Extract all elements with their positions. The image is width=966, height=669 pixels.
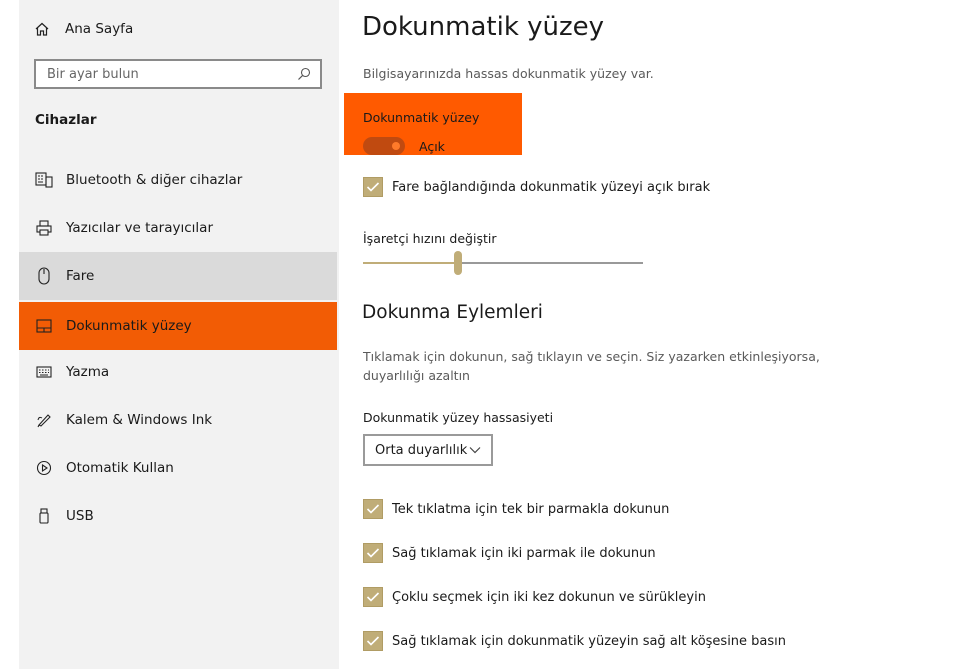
home-link[interactable]: Ana Sayfa bbox=[33, 18, 133, 40]
leave-on-checkbox[interactable] bbox=[363, 177, 383, 197]
taps-description: Tıklamak için dokunun, sağ tıklayın ve s… bbox=[363, 349, 820, 383]
sidebar-item-printers[interactable]: Yazıcılar ve tarayıcılar bbox=[19, 204, 337, 252]
toggle-label: Dokunmatik yüzey bbox=[363, 110, 480, 125]
sidebar-item-label: USB bbox=[66, 508, 94, 524]
tap-option-checkbox[interactable] bbox=[363, 587, 383, 607]
keyboard-icon bbox=[35, 363, 53, 381]
sidebar-item-touchpad[interactable]: Dokunmatik yüzey bbox=[19, 302, 337, 350]
taps-section-title: Dokunma Eylemleri bbox=[362, 302, 543, 323]
checkbox-label: Sağ tıklamak için dokunmatik yüzeyin sağ… bbox=[392, 633, 787, 649]
sidebar-item-typing[interactable]: Yazma bbox=[19, 348, 337, 396]
sensitivity-label: Dokunmatik yüzey hassasiyeti bbox=[363, 410, 554, 425]
checkbox-label: Çoklu seçmek için iki kez dokunun ve sür… bbox=[392, 589, 706, 605]
sidebar-item-label: Otomatik Kullan bbox=[66, 460, 174, 476]
search-box[interactable] bbox=[34, 59, 322, 89]
pen-icon bbox=[35, 411, 53, 429]
slider-fill bbox=[363, 262, 459, 264]
search-input[interactable] bbox=[47, 66, 296, 82]
toggle-state: Açık bbox=[419, 139, 445, 154]
sidebar-item-label: Kalem & Windows Ink bbox=[66, 412, 213, 428]
sidebar-item-label: Fare bbox=[66, 268, 95, 284]
tap-option-checkbox[interactable] bbox=[363, 499, 383, 519]
pointer-speed-label: İşaretçi hızını değiştir bbox=[363, 231, 497, 246]
sidebar: Ana Sayfa Cihazlar Bluetooth & diğer cih… bbox=[19, 0, 339, 669]
home-label: Ana Sayfa bbox=[65, 21, 134, 37]
sidebar-item-label: Yazma bbox=[66, 364, 110, 380]
sidebar-item-label: Bluetooth & diğer cihazlar bbox=[66, 172, 243, 188]
chevron-down-icon bbox=[469, 443, 481, 458]
page-description: Bilgisayarınızda hassas dokunmatik yüzey… bbox=[363, 66, 654, 81]
checkbox-label: Fare bağlandığında dokunmatik yüzeyi açı… bbox=[392, 179, 711, 195]
sidebar-item-pen[interactable]: Kalem & Windows Ink bbox=[19, 396, 337, 444]
sidebar-item-label: Dokunmatik yüzey bbox=[66, 318, 192, 334]
main-content: Dokunmatik yüzey Bilgisayarınızda hassas… bbox=[344, 0, 962, 669]
printer-icon bbox=[35, 219, 53, 237]
touchpad-icon bbox=[35, 317, 53, 335]
tap-option-row[interactable]: Sağ tıklamak için dokunmatik yüzeyin sağ… bbox=[363, 631, 786, 651]
usb-icon bbox=[35, 507, 53, 525]
checkbox-label: Sağ tıklamak için iki parmak ile dokunun bbox=[392, 545, 656, 561]
leave-on-checkbox-row[interactable]: Fare bağlandığında dokunmatik yüzeyi açı… bbox=[363, 177, 710, 197]
tap-option-checkbox[interactable] bbox=[363, 631, 383, 651]
toggle-knob bbox=[392, 142, 400, 150]
search-icon[interactable] bbox=[296, 66, 312, 82]
home-icon bbox=[33, 20, 51, 38]
touchpad-toggle[interactable] bbox=[363, 137, 405, 155]
section-title: Cihazlar bbox=[35, 112, 97, 128]
sidebar-item-autoplay[interactable]: Otomatik Kullan bbox=[19, 444, 337, 492]
tap-option-row[interactable]: Tek tıklatma için tek bir parmakla dokun… bbox=[363, 499, 669, 519]
sensitivity-dropdown[interactable]: Orta duyarlılık bbox=[363, 434, 493, 466]
sidebar-item-bluetooth[interactable]: Bluetooth & diğer cihazlar bbox=[19, 156, 337, 204]
sensitivity-value: Orta duyarlılık bbox=[375, 442, 468, 458]
tap-option-row[interactable]: Sağ tıklamak için iki parmak ile dokunun bbox=[363, 543, 656, 563]
page-title: Dokunmatik yüzey bbox=[362, 12, 605, 42]
tap-option-checkbox[interactable] bbox=[363, 543, 383, 563]
bluetooth-devices-icon bbox=[35, 171, 53, 189]
autoplay-icon bbox=[35, 459, 53, 477]
sidebar-item-mouse[interactable]: Fare bbox=[19, 252, 337, 300]
tap-option-row[interactable]: Çoklu seçmek için iki kez dokunun ve sür… bbox=[363, 587, 706, 607]
checkbox-label: Tek tıklatma için tek bir parmakla dokun… bbox=[392, 501, 670, 517]
slider-thumb[interactable] bbox=[454, 251, 463, 275]
pointer-speed-slider[interactable] bbox=[363, 251, 643, 275]
sidebar-item-label: Yazıcılar ve tarayıcılar bbox=[66, 220, 213, 236]
mouse-icon bbox=[35, 267, 53, 285]
sidebar-item-usb[interactable]: USB bbox=[19, 492, 337, 540]
